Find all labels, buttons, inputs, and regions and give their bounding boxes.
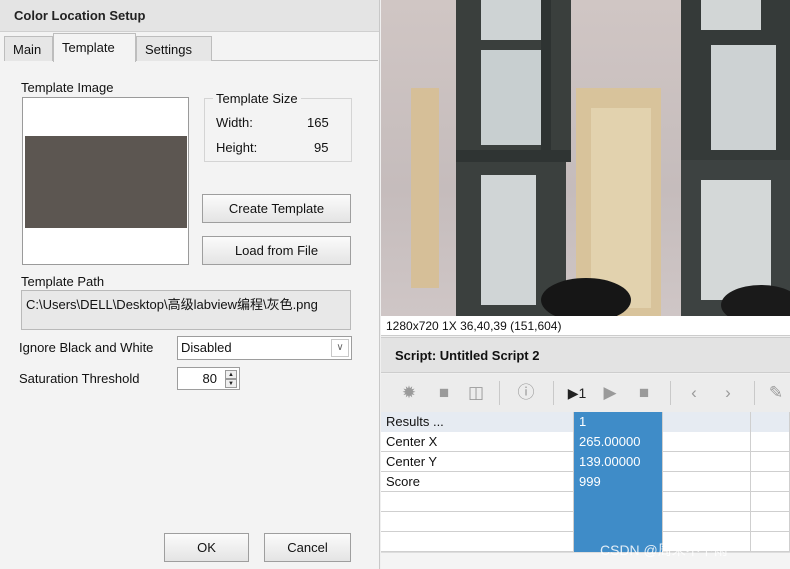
table-row: Center X 265.00000 [381, 432, 790, 452]
new-icon[interactable]: ✹ [398, 382, 420, 404]
result-value: 139.00000 [574, 452, 663, 472]
result-cell [663, 512, 751, 532]
tab-settings[interactable]: Settings [136, 36, 212, 61]
ok-button[interactable]: OK [164, 533, 249, 562]
result-cell [751, 532, 790, 552]
decrement-arrow-icon[interactable]: ▼ [225, 379, 237, 388]
height-value: 95 [314, 140, 329, 155]
cancel-button[interactable]: Cancel [264, 533, 351, 562]
ignore-black-white-value: Disabled [181, 340, 232, 355]
color-location-setup-dialog: Color Location Setup Main Template Setti… [0, 0, 380, 569]
result-cell [663, 432, 751, 452]
template-path-label: Template Path [21, 274, 105, 289]
width-label: Width: [216, 115, 253, 130]
step-back-icon[interactable]: ‹ [683, 382, 705, 404]
result-name: Score [381, 472, 574, 492]
width-value: 165 [307, 115, 329, 130]
camera-image-view[interactable] [381, 0, 790, 316]
edit-icon[interactable]: ✎ [765, 382, 787, 404]
template-image-label: Template Image [21, 80, 114, 95]
script-title: Script: Untitled Script 2 [381, 337, 790, 373]
saturation-threshold-stepper[interactable]: 80 ▲ ▼ [177, 367, 240, 390]
stop-icon[interactable]: ■ [633, 382, 655, 404]
result-cell [751, 472, 790, 492]
results-table: Results ... 1 Center X 265.00000 Center … [381, 412, 790, 552]
template-image-box [22, 97, 189, 265]
table-row [381, 512, 790, 532]
save-icon[interactable]: ◫ [465, 382, 487, 404]
table-row [381, 532, 790, 552]
result-cell [751, 452, 790, 472]
result-name [381, 512, 574, 532]
load-from-file-button[interactable]: Load from File [202, 236, 351, 265]
ignore-black-white-select[interactable]: Disabled ∨ [177, 336, 352, 360]
create-template-button[interactable]: Create Template [202, 194, 351, 223]
step-forward-icon[interactable]: › [717, 382, 739, 404]
height-label: Height: [216, 140, 258, 155]
result-value [574, 512, 663, 532]
tab-main[interactable]: Main [4, 36, 53, 61]
chevron-down-icon[interactable]: ∨ [331, 339, 349, 357]
result-cell [751, 432, 790, 452]
result-cell [751, 512, 790, 532]
result-value: 265.00000 [574, 432, 663, 452]
template-image [25, 136, 187, 228]
dialog-title: Color Location Setup [0, 0, 379, 32]
results-header-empty [751, 412, 790, 432]
camera-frame-image [411, 0, 790, 316]
script-toolbar: ✹ ■ ◫ ⓘ ▶1 ▶ ■ ‹ › ✎ [381, 374, 790, 412]
result-value [574, 492, 663, 512]
result-cell [663, 492, 751, 512]
result-name: Center X [381, 432, 574, 452]
saturation-threshold-value: 80 [202, 371, 217, 386]
table-row [381, 492, 790, 512]
saturation-threshold-label: Saturation Threshold [19, 371, 140, 386]
result-cell [751, 492, 790, 512]
horizontal-scrollbar[interactable] [381, 552, 790, 569]
results-header-step[interactable]: 1 [574, 412, 663, 432]
template-tab-pane: Template Image Template Size Width: 165 … [4, 61, 378, 565]
camera-status-bar: 1280x720 1X 36,40,39 (151,604) [381, 316, 790, 336]
tab-template[interactable]: Template [53, 33, 136, 62]
result-cell [663, 472, 751, 492]
ignore-black-white-label: Ignore Black and White [19, 340, 154, 355]
run-once-icon[interactable]: ▶1 [564, 382, 590, 404]
script-panel: Script: Untitled Script 2 ✹ ■ ◫ ⓘ ▶1 ▶ ■… [381, 337, 790, 569]
result-name [381, 492, 574, 512]
results-header-label: Results ... [381, 412, 574, 432]
result-name [381, 532, 574, 552]
result-cell [663, 452, 751, 472]
table-row: Score 999 [381, 472, 790, 492]
template-size-title: Template Size [213, 91, 301, 106]
run-icon[interactable]: ▶ [599, 382, 621, 404]
table-row: Center Y 139.00000 [381, 452, 790, 472]
result-value: 999 [574, 472, 663, 492]
template-path-field[interactable]: C:\Users\DELL\Desktop\高级labview编程\灰色.png [21, 290, 351, 330]
results-header-empty [663, 412, 751, 432]
result-name: Center Y [381, 452, 574, 472]
template-size-group: Template Size Width: 165 Height: 95 [204, 91, 352, 162]
open-folder-icon[interactable]: ■ [433, 382, 455, 404]
info-icon[interactable]: ⓘ [515, 382, 537, 404]
watermark-text: CSDN @周末不下雨 [600, 542, 728, 558]
increment-arrow-icon[interactable]: ▲ [225, 370, 237, 379]
results-header-row: Results ... 1 [381, 412, 790, 432]
tab-strip: Main Template Settings [4, 33, 378, 62]
